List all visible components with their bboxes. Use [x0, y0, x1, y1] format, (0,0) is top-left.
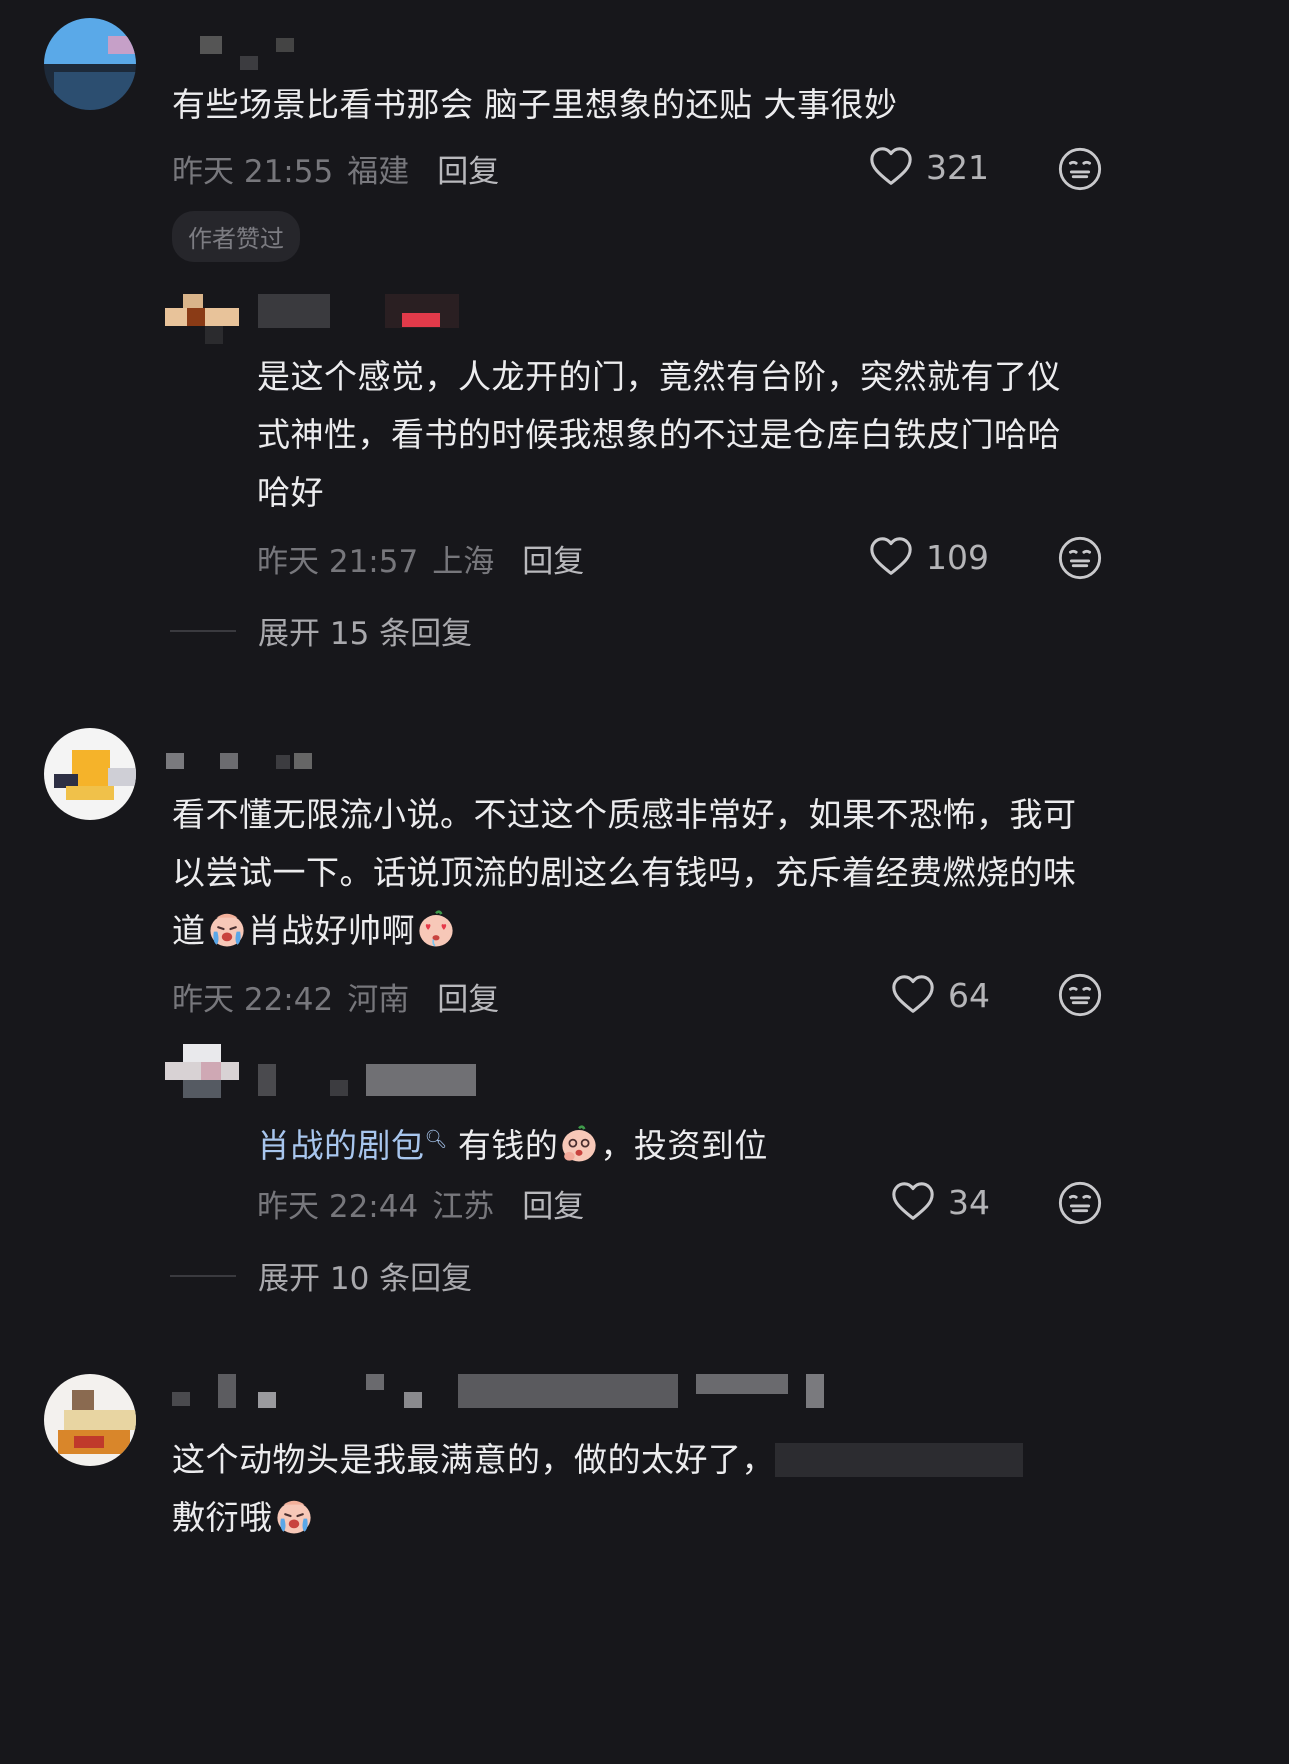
username-blurred: [806, 1374, 824, 1408]
crying-face-emoji: [206, 908, 248, 950]
comment-meta: 昨天 21:55 福建 回复: [172, 146, 499, 191]
divider-line: [170, 1274, 236, 1277]
username-blurred: [258, 1392, 276, 1408]
username-blurred[interactable]: [172, 1392, 190, 1406]
username-blurred: [276, 38, 294, 52]
comment-text-tail: 敷衍哦: [172, 1498, 273, 1537]
username-blurred: [240, 56, 258, 70]
username-blurred[interactable]: [166, 753, 184, 769]
comment-meta: 昨天 22:42 河南 回复: [172, 974, 499, 1019]
expand-replies-button[interactable]: 展开 10 条回复: [170, 1253, 472, 1298]
reply-button[interactable]: 回复: [437, 974, 499, 1019]
reply-location: 江苏: [432, 1189, 495, 1225]
blurred-text: [775, 1443, 1023, 1477]
avatar-pixel: [108, 768, 136, 786]
reply-text: 肖战的剧包🔍︎ 有钱的 ，投资到位: [257, 1111, 1087, 1175]
avatar-pixel: [54, 72, 136, 110]
neutral-face-icon[interactable]: [1057, 535, 1103, 581]
avatar-pixel: [187, 308, 205, 326]
avatar-pixel: [74, 1436, 104, 1448]
reply-text-tail: ，投资到位: [600, 1126, 768, 1165]
username-blurred: [294, 753, 312, 769]
avatar-pixel: [183, 294, 203, 308]
avatar-pixel: [205, 326, 223, 344]
author-badge-mark: [402, 313, 440, 327]
expand-replies-button[interactable]: 展开 15 条回复: [170, 608, 472, 653]
username-blurred: [404, 1392, 422, 1408]
author-liked-badge: 作者赞过: [172, 211, 300, 262]
like-button[interactable]: 34: [890, 1179, 990, 1225]
reply-meta: 昨天 21:57 上海 回复: [257, 536, 584, 581]
reply-meta: 昨天 22:44 江苏 回复: [257, 1181, 584, 1226]
drooling-face-emoji: [558, 1123, 600, 1165]
reply-text-main: 有钱的: [457, 1126, 559, 1165]
comment-text-tail: 肖战好帅啊: [247, 911, 415, 950]
avatar[interactable]: [165, 294, 239, 348]
heart-outline-icon: [868, 534, 914, 580]
expand-label: 展开 15 条回复: [258, 616, 473, 652]
avatar-pixel: [183, 1044, 221, 1062]
like-count: 109: [926, 537, 989, 577]
heart-outline-icon: [890, 1179, 936, 1225]
crying-face-emoji: [273, 1495, 315, 1537]
reply-button[interactable]: 回复: [522, 1181, 584, 1226]
username-blurred[interactable]: [200, 36, 222, 54]
comment-time: 昨天 22:42: [172, 982, 334, 1018]
username-blurred: [366, 1064, 476, 1096]
like-button[interactable]: 321: [868, 144, 989, 190]
avatar-pixel: [66, 786, 114, 800]
comment-text: 有些场景比看书那会 脑子里想象的还贴 大事很妙: [172, 85, 898, 124]
comment-text: 这个动物头是我最满意的，做的太好了， 敷衍哦: [172, 1431, 1107, 1547]
reply-text: 是这个感觉，人龙开的门，竟然有台阶，突然就有了仪式神性，看书的时候我想象的不过是…: [257, 357, 1061, 512]
search-link[interactable]: 肖战的剧包: [257, 1126, 425, 1165]
username-blurred: [330, 1080, 348, 1096]
avatar-pixel: [108, 36, 136, 54]
avatar[interactable]: [44, 18, 136, 110]
avatar-pixel: [183, 1080, 221, 1098]
like-button[interactable]: 64: [890, 972, 990, 1018]
heart-eyes-emoji: [415, 908, 457, 950]
neutral-face-icon[interactable]: [1057, 146, 1103, 192]
divider-line: [170, 629, 236, 632]
comment-text-main: 这个动物头是我最满意的，做的太好了，: [172, 1440, 775, 1479]
reply-button[interactable]: 回复: [522, 536, 584, 581]
expand-label: 展开 10 条回复: [258, 1261, 473, 1297]
username-blurred[interactable]: [258, 1064, 276, 1096]
comment-location: 河南: [347, 982, 410, 1018]
avatar-pixel: [64, 1410, 136, 1430]
avatar-pixel: [72, 1390, 94, 1410]
reply-button[interactable]: 回复: [437, 146, 499, 191]
like-count: 321: [926, 147, 989, 187]
reply-time: 昨天 21:57: [257, 544, 419, 580]
username-blurred: [220, 753, 238, 769]
avatar[interactable]: [44, 1374, 136, 1466]
like-count: 34: [948, 1182, 990, 1222]
comment-text: 看不懂无限流小说。不过这个质感非常好，如果不恐怖，我可以尝试一下。话说顶流的剧这…: [172, 786, 1107, 960]
avatar[interactable]: [165, 1044, 239, 1098]
like-button[interactable]: 109: [868, 534, 989, 580]
avatar-pixel: [201, 1062, 221, 1080]
neutral-face-icon[interactable]: [1057, 1180, 1103, 1226]
username-blurred: [366, 1374, 384, 1390]
reply-location: 上海: [432, 544, 495, 580]
reply-time: 昨天 22:44: [257, 1189, 419, 1225]
like-count: 64: [948, 975, 990, 1015]
comment-location: 福建: [347, 154, 410, 190]
neutral-face-icon[interactable]: [1057, 972, 1103, 1018]
search-icon[interactable]: 🔍︎: [425, 1129, 448, 1150]
username-blurred: [218, 1374, 236, 1408]
username-blurred: [276, 755, 290, 769]
heart-outline-icon: [868, 144, 914, 190]
username-blurred: [458, 1374, 678, 1408]
username-blurred: [696, 1374, 788, 1394]
heart-outline-icon: [890, 972, 936, 1018]
username-blurred[interactable]: [258, 294, 330, 328]
avatar[interactable]: [44, 728, 136, 820]
comment-time: 昨天 21:55: [172, 154, 334, 190]
